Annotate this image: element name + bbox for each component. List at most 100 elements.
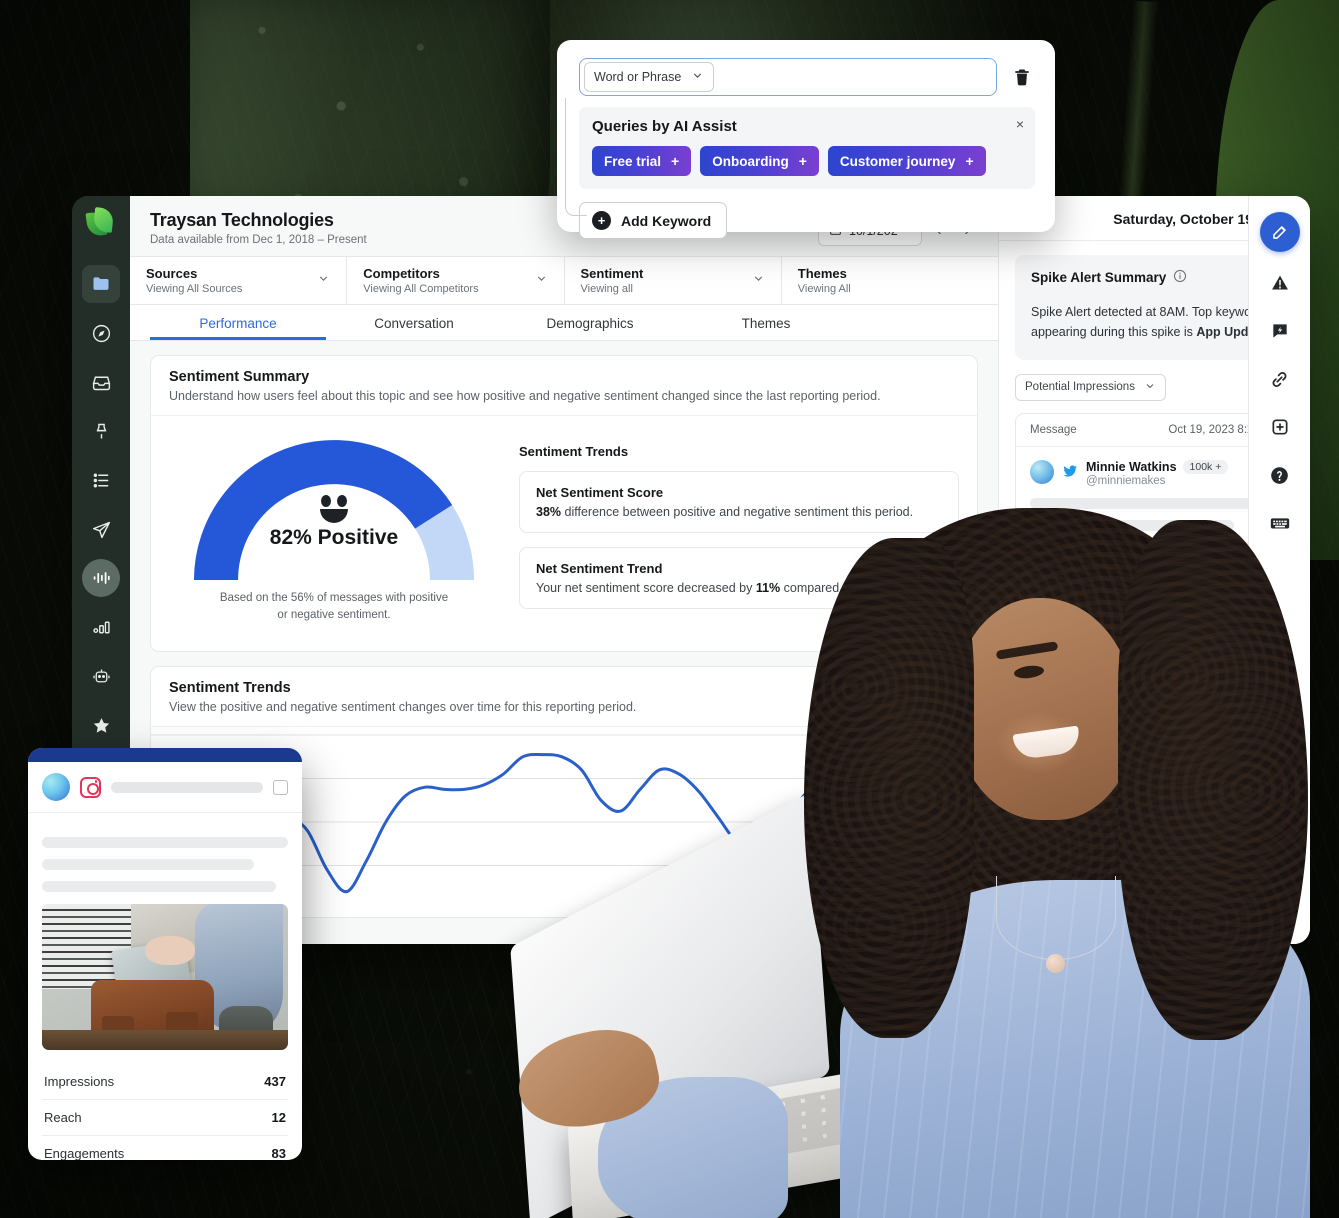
photo-hand bbox=[145, 936, 195, 966]
spike-summary-title: Spike Alert Summary bbox=[1031, 269, 1278, 286]
sidebar-item-folder[interactable] bbox=[82, 265, 120, 303]
metric-row: Impressions 437 bbox=[42, 1064, 288, 1100]
filter-title: Themes bbox=[797, 266, 847, 281]
page-title: Traysan Technologies bbox=[150, 210, 334, 230]
card-header: Sentiment Summary Understand how users f… bbox=[151, 356, 977, 416]
instagram-icon bbox=[80, 776, 101, 798]
sidebar-item-list[interactable] bbox=[82, 461, 120, 499]
filter-sub: Viewing All bbox=[797, 283, 851, 295]
smiley-face-icon bbox=[310, 494, 358, 528]
chevron-down-icon bbox=[1144, 380, 1156, 395]
keyword-input-row: Word or Phrase bbox=[579, 58, 1035, 96]
send-icon bbox=[91, 519, 112, 540]
sentiment-gauge: 82% Positive bbox=[192, 438, 476, 584]
keyword-chip-customer-journey[interactable]: Customer journey + bbox=[827, 146, 986, 176]
hair-texture bbox=[804, 538, 974, 1038]
checkbox-icon[interactable] bbox=[273, 779, 288, 795]
link-icon[interactable] bbox=[1263, 362, 1297, 396]
plus-icon: + bbox=[671, 153, 680, 169]
sidebar-item-compass[interactable] bbox=[82, 314, 120, 352]
filter-themes[interactable]: Themes Viewing All bbox=[782, 257, 998, 304]
compose-icon[interactable] bbox=[1259, 212, 1300, 252]
tab-demographics[interactable]: Demographics bbox=[502, 305, 678, 340]
plus-icon: + bbox=[798, 153, 807, 169]
account-subtitle: Data available from Dec 1, 2018 – Presen… bbox=[150, 234, 367, 246]
metric-label: Reach bbox=[44, 1110, 82, 1125]
avatar bbox=[42, 773, 70, 801]
keyword-chip-free-trial[interactable]: Free trial + bbox=[592, 146, 692, 176]
follower-badge: 100k + bbox=[1182, 459, 1229, 474]
filter-title: Competitors bbox=[363, 266, 440, 281]
tab-bar: Performance Conversation Demographics Th… bbox=[130, 305, 998, 341]
chevron-down-icon bbox=[535, 272, 548, 290]
filter-sub: Viewing All Competitors bbox=[363, 283, 479, 295]
metric-label: Engagements bbox=[44, 1146, 125, 1160]
trend-card-pre: Your net sentiment score decreased by bbox=[536, 581, 756, 595]
plus-icon: + bbox=[965, 153, 974, 169]
sidebar-item-pin[interactable] bbox=[82, 412, 120, 450]
tab-performance[interactable]: Performance bbox=[150, 305, 326, 340]
filter-sources[interactable]: Sources Viewing All Sources bbox=[130, 257, 348, 304]
hair-texture bbox=[1118, 520, 1308, 1040]
metric-value: 12 bbox=[271, 1110, 286, 1125]
trend-card-value: 38% bbox=[536, 505, 562, 519]
add-keyword-label: Add Keyword bbox=[621, 212, 712, 229]
delete-icon[interactable] bbox=[1009, 64, 1035, 90]
search-input[interactable]: Word or Phrase bbox=[579, 58, 997, 96]
chevron-down-icon bbox=[317, 272, 330, 290]
post-image bbox=[42, 904, 288, 1050]
plus-square-icon[interactable] bbox=[1263, 410, 1297, 444]
filter-sentiment[interactable]: Sentiment Viewing all bbox=[565, 257, 782, 304]
sidebar-item-send[interactable] bbox=[82, 510, 120, 548]
card-description: Understand how users feel about this top… bbox=[169, 389, 881, 403]
suggested-keyword-chips: Free trial + Onboarding + Customer journ… bbox=[592, 146, 1022, 176]
user-name: Minnie Watkins bbox=[1086, 459, 1177, 474]
plus-circle-icon: + bbox=[592, 211, 611, 230]
sidebar-item-star[interactable] bbox=[82, 706, 120, 744]
word-or-phrase-select[interactable]: Word or Phrase bbox=[584, 62, 715, 92]
person-hair-left bbox=[804, 538, 974, 1038]
close-icon[interactable]: × bbox=[1016, 117, 1024, 131]
bar-chart-icon bbox=[91, 617, 112, 638]
skeleton-line bbox=[42, 837, 288, 848]
sprout-logo-icon[interactable] bbox=[85, 207, 115, 238]
instagram-post-card: Impressions 437 Reach 12 Engagements 83 bbox=[28, 748, 302, 1160]
alert-triangle-icon[interactable] bbox=[1263, 266, 1297, 300]
compass-icon bbox=[91, 323, 112, 344]
card-title-bar bbox=[28, 748, 302, 762]
listening-icon bbox=[90, 567, 112, 589]
sidebar-item-listening[interactable] bbox=[82, 559, 120, 597]
sidebar-item-reports[interactable] bbox=[82, 608, 120, 646]
person-necklace bbox=[996, 876, 1116, 960]
filter-competitors[interactable]: Competitors Viewing All Competitors bbox=[347, 257, 565, 304]
card-title: Sentiment Summary bbox=[169, 369, 310, 385]
spike-summary-text: Spike Alert detected at 8AM. Top keyword… bbox=[1031, 302, 1278, 343]
ai-assist-popup: Word or Phrase Queries by AI Assist × Fr… bbox=[557, 40, 1055, 239]
tab-themes[interactable]: Themes bbox=[678, 305, 854, 340]
word-or-phrase-label: Word or Phrase bbox=[594, 70, 682, 84]
chevron-down-icon bbox=[752, 272, 765, 290]
keyword-chip-onboarding[interactable]: Onboarding + bbox=[700, 146, 819, 176]
metric-select-label: Potential Impressions bbox=[1025, 381, 1135, 393]
photo-floor bbox=[42, 1029, 288, 1050]
necklace-pendant bbox=[1046, 954, 1065, 973]
sidebar-item-inbox[interactable] bbox=[82, 363, 120, 401]
metric-select[interactable]: Potential Impressions bbox=[1015, 373, 1166, 401]
list-icon bbox=[91, 470, 112, 491]
spike-summary-title-text: Spike Alert Summary bbox=[1031, 270, 1167, 285]
sidebar-item-bot[interactable] bbox=[82, 657, 120, 695]
message-bolt-icon[interactable] bbox=[1263, 314, 1297, 348]
tab-conversation[interactable]: Conversation bbox=[326, 305, 502, 340]
filter-title: Sources bbox=[146, 266, 198, 281]
metric-label: Impressions bbox=[44, 1074, 115, 1089]
filter-bar: Sources Viewing All Sources Competitors … bbox=[130, 256, 998, 305]
info-icon[interactable] bbox=[1173, 269, 1187, 286]
post-metrics: Impressions 437 Reach 12 Engagements 83 bbox=[28, 1064, 302, 1160]
add-keyword-button[interactable]: + Add Keyword bbox=[579, 202, 728, 239]
sentiment-gauge-block: 82% Positive Based on the 56% of message… bbox=[169, 438, 499, 625]
filter-sub: Viewing all bbox=[580, 283, 633, 295]
gauge-value: 82% Positive bbox=[269, 526, 399, 549]
queries-by-ai-assist-panel: Queries by AI Assist × Free trial + Onbo… bbox=[579, 107, 1035, 189]
metric-row: Reach 12 bbox=[42, 1100, 288, 1136]
chip-label: Customer journey bbox=[839, 153, 956, 169]
